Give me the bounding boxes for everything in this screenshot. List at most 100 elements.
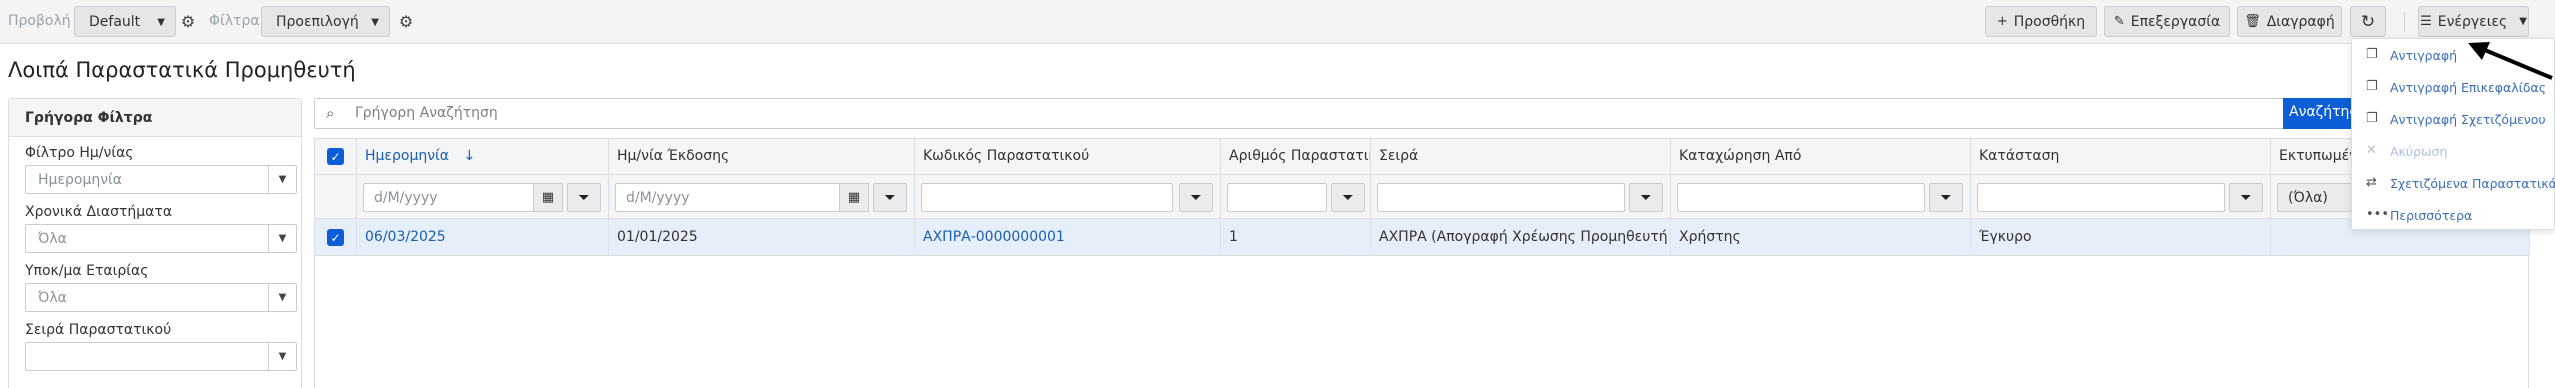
company-branch-label: Υποκ/μα Εταιρίας [25,263,149,279]
exchange-icon: ⇄ [2366,175,2377,190]
delete-button-label: Διαγραφή [2266,13,2335,30]
company-branch-select[interactable]: Όλα ▼ [25,283,297,312]
code-column-filter: ⏷ [915,175,1221,219]
table-row-date[interactable]: 06/03/2025 [357,219,609,256]
menu-item-cancel: ✕ Ακύρωση [2352,137,2555,167]
date-filter-label: Φίλτρο Ημ/νίας [25,145,134,161]
filter-icon[interactable]: ⏷ [1629,183,1663,212]
status-column-filter: ⏷ [1971,175,2271,219]
code-filter-input[interactable] [921,183,1173,212]
issue-date-column-filter: d/M/yyyy ▦ ⏷ [609,175,915,219]
view-select[interactable]: Default ▼ [74,6,176,37]
filter-icon[interactable]: ⏷ [2229,183,2263,212]
table-row-issue-date: 01/01/2025 [609,219,915,256]
time-periods-value: Όλα [38,231,67,247]
menu-item-related-documents[interactable]: ⇄ Σχετιζόμενα Παραστατικά [2352,169,2555,199]
date-filter-select[interactable]: Ημερομηνία ▼ [25,165,297,194]
table-row-select-cell: ✓ [315,219,357,256]
menu-item-copy-related[interactable]: ❐ Αντιγραφή Σχετιζόμενου [2352,105,2555,135]
actions-button[interactable]: ☰ Ενέργειες ▼ [2418,6,2529,37]
number-filter-input[interactable] [1227,183,1327,212]
toolbar: Προβολή Default ▼ ⚙ Φίλτρα Προεπιλογή ▼ … [0,0,2555,44]
status-filter-input[interactable] [1977,183,2225,212]
sort-arrow-icon: ↓ [463,148,476,164]
column-header-status[interactable]: Κατάσταση [1971,139,2271,175]
quick-search-placeholder: Γρήγορη Αναζήτηση [355,105,498,121]
filters-select[interactable]: Προεπιλογή ▼ [261,6,390,37]
column-header-entered-by[interactable]: Καταχώρηση Από [1671,139,1971,175]
filters-select-value: Προεπιλογή [276,13,359,30]
filter-icon[interactable]: ⏷ [567,183,601,212]
select-all-checkbox[interactable]: ✓ [327,148,344,165]
chevron-down-icon[interactable]: ▼ [268,225,296,252]
filters-label: Φίλτρα [209,13,260,29]
document-series-label: Σειρά Παραστατικού [25,322,172,338]
actions-button-label: Ενέργειες [2437,13,2508,30]
table-row-entered-by: Χρήστης [1671,219,1971,256]
filter-icon[interactable]: ⏷ [873,183,907,212]
add-button[interactable]: + Προσθήκη [1985,6,2097,37]
chevron-down-icon[interactable]: ▼ [268,284,296,311]
pencil-icon: ✎ [2113,14,2125,29]
plus-icon: + [1996,14,2008,29]
add-button-label: Προσθήκη [2013,13,2086,30]
date-column-filter: d/M/yyyy ▦ ⏷ [357,175,609,219]
document-series-select[interactable]: ▼ [25,342,297,371]
edit-button-label: Επεξεργασία [2130,13,2221,30]
calendar-icon[interactable]: ▦ [533,183,563,212]
menu-item-more[interactable]: ••• Περισσότερα [2352,201,2555,231]
column-header-document-code[interactable]: Κωδικός Παραστατικού [915,139,1221,175]
gear-icon[interactable]: ⚙ [395,6,417,37]
time-periods-select[interactable]: Όλα ▼ [25,224,297,253]
entered-by-filter-input[interactable] [1677,183,1925,212]
refresh-icon: ↻ [2360,11,2376,32]
table-row-number: 1 [1221,219,1371,256]
edit-button[interactable]: ✎ Επεξεργασία [2104,6,2230,37]
menu-item-related-documents-label: Σχετιζόμενα Παραστατικά [2390,176,2555,191]
column-header-date-label: Ημερομηνία [365,148,450,164]
number-column-filter: ⏷ [1221,175,1371,219]
date-filter-input[interactable]: d/M/yyyy [363,183,535,212]
view-label: Προβολή [8,13,71,29]
delete-button[interactable]: 🗑 Διαγραφή [2237,6,2342,37]
column-header-issue-date[interactable]: Ημ/νία Έκδοσης [609,139,915,175]
chevron-down-icon[interactable]: ▼ [268,166,296,193]
table-row-series: ΑΧΠΡΑ (Απογραφή Χρέωσης Προμηθευτή ... [1371,219,1671,256]
entered-by-column-filter: ⏷ [1671,175,1971,219]
toolbar-divider [2404,12,2405,32]
trash-icon: 🗑 [2244,14,2261,29]
quick-filters-title: Γρήγορα Φίλτρα [9,99,301,137]
copy-icon: ❐ [2366,111,2378,126]
refresh-button[interactable]: ↻ [2350,6,2386,37]
column-header-date[interactable]: Ημερομηνία ↓ [357,139,609,175]
annotation-arrow-icon [2468,42,2553,80]
column-header-document-number[interactable]: Αριθμός Παραστατικού [1221,139,1371,175]
filter-icon[interactable]: ⏷ [1331,183,1365,212]
table-row-status: Έγκυρο [1971,219,2271,256]
ellipsis-icon: ••• [2366,207,2390,222]
quick-search-input[interactable]: ⌕ Γρήγορη Αναζήτηση [314,98,2364,129]
chevron-down-icon[interactable]: ▼ [268,343,296,370]
table-row-code[interactable]: ΑΧΠΡΑ-0000000001 [915,219,1221,256]
documents-grid: ✓ Ημερομηνία ↓ Ημ/νία Έκδοσης Κωδικός Πα… [314,138,2530,388]
menu-item-more-label: Περισσότερα [2390,208,2473,223]
filter-icon[interactable]: ⏷ [1179,183,1213,212]
column-header-series[interactable]: Σειρά [1371,139,1671,175]
menu-icon: ☰ [2420,14,2432,29]
filter-icon[interactable]: ⏷ [1929,183,1963,212]
chevron-down-icon: ▼ [2519,16,2527,27]
view-select-value: Default [89,13,141,30]
row-checkbox[interactable]: ✓ [327,229,344,246]
series-column-filter: ⏷ [1371,175,1671,219]
issue-date-filter-input[interactable]: d/M/yyyy [615,183,841,212]
page-title: Λοιπά Παραστατικά Προμηθευτή [8,58,356,82]
calendar-icon[interactable]: ▦ [839,183,869,212]
company-branch-value: Όλα [38,290,67,306]
time-periods-label: Χρονικά Διαστήματα [25,204,173,220]
gear-icon[interactable]: ⚙ [177,6,199,37]
close-icon: ✕ [2366,143,2377,158]
menu-item-cancel-label: Ακύρωση [2390,144,2448,159]
series-filter-input[interactable] [1377,183,1625,212]
date-filter-value: Ημερομηνία [38,172,123,188]
menu-item-copy-label: Αντιγραφή [2390,48,2458,63]
